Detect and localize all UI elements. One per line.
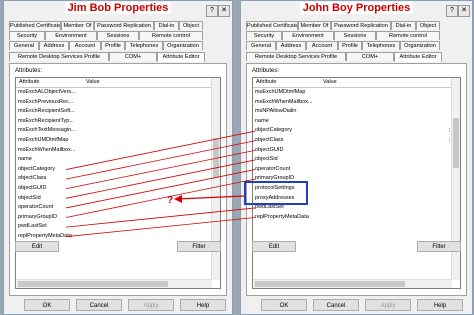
- mapping-line: [65, 217, 256, 238]
- pointer-arrow: [177, 195, 245, 200]
- mapping-line: [65, 130, 256, 170]
- mapping-line: [65, 207, 256, 228]
- annotation-overlay: ?: [65, 130, 256, 238]
- mapping-line: [65, 178, 256, 218]
- mapping-line: [65, 159, 256, 199]
- arrow-head-icon: [174, 195, 182, 203]
- mapping-line: [65, 169, 256, 209]
- mapping-lines: [65, 130, 256, 238]
- question-mark: ?: [167, 195, 173, 206]
- mapping-line: [65, 149, 256, 190]
- mapping-line: [65, 140, 256, 180]
